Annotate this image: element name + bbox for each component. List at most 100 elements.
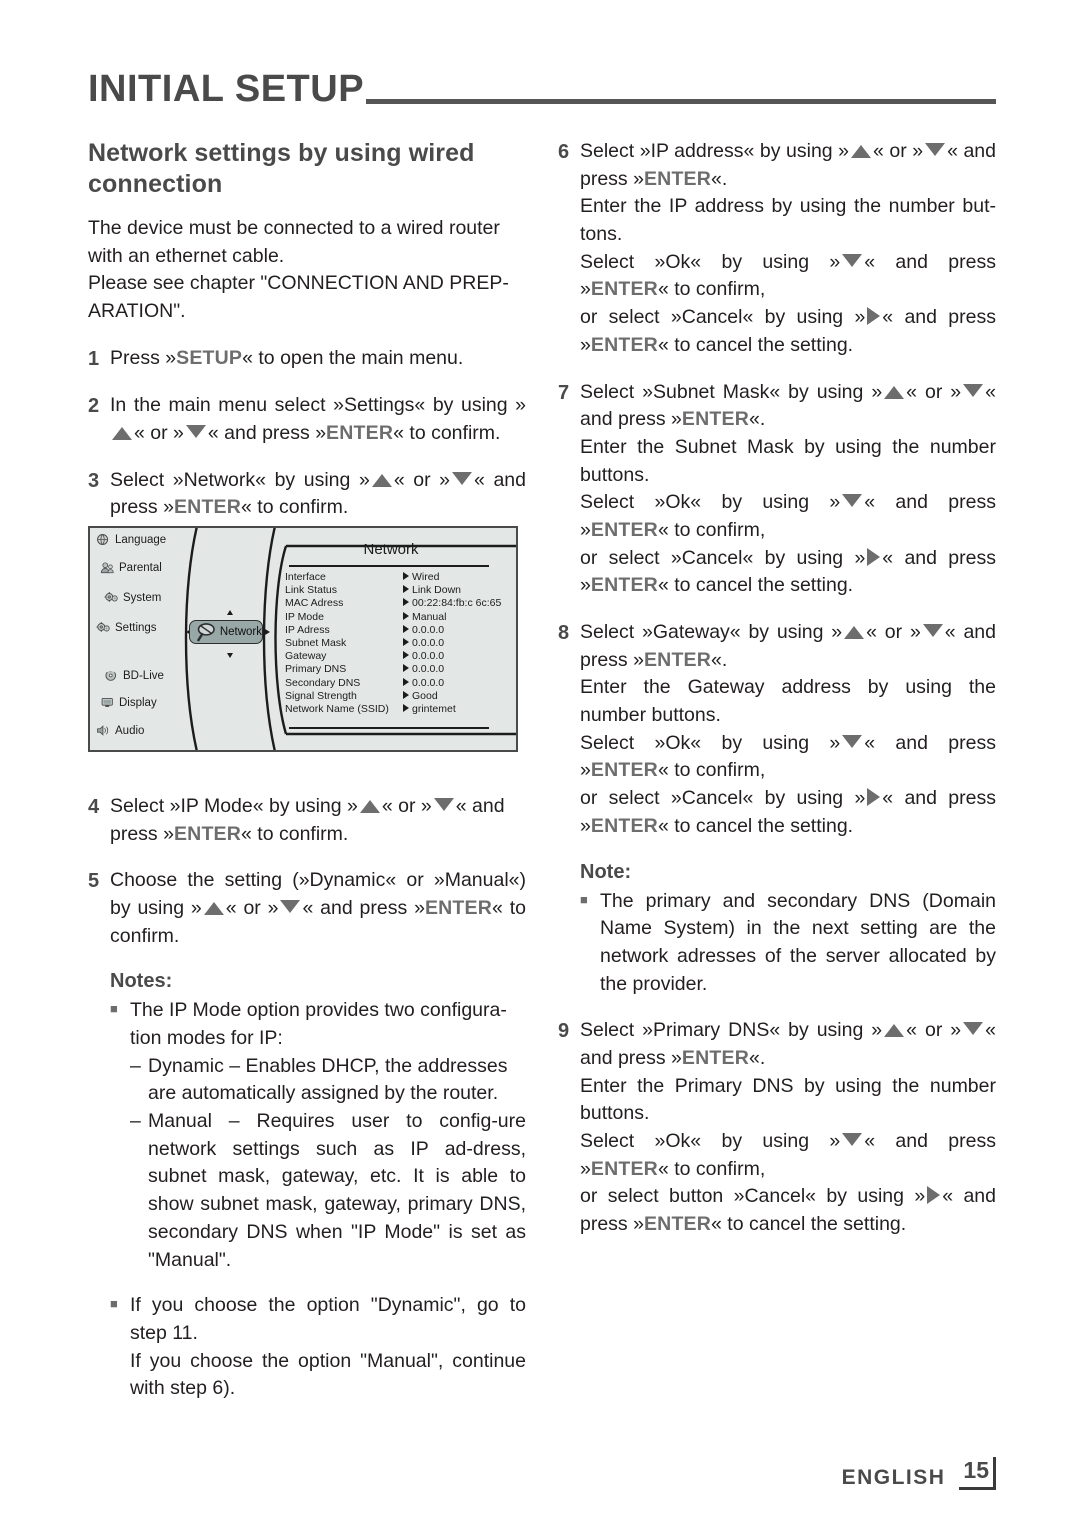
down-arrow-icon	[433, 797, 454, 811]
key-enter: ENTER	[590, 278, 658, 301]
step-ok-line: Select »Ok« by using » « and press »ENTER…	[580, 489, 996, 544]
figure-panel-row-key: MAC Adress	[285, 597, 344, 610]
figure-panel-row[interactable]: Secondary DNS 0.0.0.0	[285, 677, 511, 690]
down-arrow-icon	[963, 383, 984, 397]
figure-panel-row-key: Primary DNS	[285, 663, 347, 676]
figure-menu-label: System	[123, 591, 162, 604]
down-arrow-icon	[452, 471, 473, 485]
key-enter: ENTER	[590, 814, 658, 837]
bullet-square-icon: ■	[110, 1296, 118, 1312]
right-triangle-icon	[403, 703, 409, 712]
manual-page: INITIAL SETUP Network settings by using …	[0, 0, 1080, 1532]
text-part: «.	[749, 408, 766, 431]
figure-panel-row[interactable]: Gateway 0.0.0.0	[285, 650, 511, 663]
step-2: 2 In the main menu select »Settings« by …	[88, 392, 526, 447]
step-cancel-line: or select »Cancel« by using » « and press…	[580, 785, 996, 840]
text-part: « to cancel the setting.	[657, 333, 854, 356]
figure-panel-row[interactable]: Subnet Mask 0.0.0.0	[285, 637, 511, 650]
step-text: Select »Network« by using » « or » « and p…	[110, 467, 526, 522]
note-heading: Note:	[580, 860, 632, 883]
figure-menu-item-language[interactable]: Language	[96, 533, 166, 546]
text-part: « or »	[906, 380, 962, 403]
step-number: 2	[88, 395, 100, 418]
notes-heading: Notes:	[110, 970, 173, 993]
page-number: 15	[963, 1457, 989, 1483]
up-arrow-icon	[359, 799, 380, 813]
dash-mark: –	[130, 1054, 141, 1077]
step-number: 7	[558, 381, 570, 404]
figure-menu-item-display[interactable]: Display	[100, 696, 157, 709]
up-arrow-icon	[851, 145, 871, 158]
right-triangle-icon	[403, 585, 409, 594]
key-enter: ENTER	[643, 648, 712, 671]
figure-panel-row[interactable]: IP Mode Manual	[285, 611, 511, 624]
figure-menu-label: Network	[219, 626, 262, 638]
key-enter: ENTER	[326, 421, 394, 444]
figure-panel-row[interactable]: IP Adress 0.0.0.0	[285, 624, 511, 637]
figure-menu-label: Language	[115, 533, 167, 546]
key-enter: ENTER	[424, 896, 493, 919]
up-arrow-icon	[884, 1024, 905, 1038]
figure-panel-row-key: Signal Strength	[285, 689, 357, 702]
figure-panel-row[interactable]: Interface Wired	[285, 571, 511, 584]
figure-panel-row-value: Manual	[403, 611, 511, 624]
key-enter: ENTER	[173, 496, 242, 519]
page-title: INITIAL SETUP	[88, 68, 365, 110]
disc-icon	[105, 670, 117, 681]
figure-menu-item-bdlive[interactable]: BD-Live	[104, 669, 164, 682]
down-arrow-icon	[842, 253, 863, 267]
step-text-part: « or »	[381, 794, 432, 817]
footer-page-box: 15	[959, 1457, 996, 1490]
parental-icon	[100, 562, 114, 574]
figure-panel-row[interactable]: MAC Adress 00:22:84:fb:c 6c:65	[285, 597, 511, 610]
figure-panel-title: Network	[363, 541, 419, 558]
step-4: 4 Select »IP Mode« by using » « or » « and…	[88, 793, 526, 848]
note-bullet-line-1: If you choose the option "Dynamic", go t…	[130, 1294, 526, 1344]
step-text-part: In the main menu select »Settings« by us…	[110, 394, 526, 417]
down-arrow-icon	[922, 624, 943, 637]
figure-panel-row-value: 00:22:84:fb:c 6c:65	[403, 597, 511, 610]
note-dash-1: – Dynamic – Enables DHCP, the addresses …	[130, 1053, 526, 1108]
right-triangle-icon	[403, 572, 409, 580]
up-arrow-icon	[884, 385, 905, 399]
step-text: Select »Gateway« by using » « or » « and p…	[580, 619, 996, 841]
step-9: 9 Select »Primary DNS« by using » « or » «…	[558, 1017, 996, 1239]
up-arrow-icon	[203, 901, 224, 915]
figure-panel-row[interactable]: Signal Strength Good	[285, 690, 511, 703]
step-number: 5	[88, 870, 100, 893]
text-part: Select »Ok« by using »	[580, 1130, 841, 1152]
figure-panel-row-key: Gateway	[285, 650, 327, 663]
figure-menu-item-parental[interactable]: Parental	[100, 561, 162, 574]
bullet-square-icon: ■	[110, 1001, 118, 1017]
text-part: or select »Cancel« by using »	[580, 546, 866, 569]
note-bullet-2: ■ If you choose the option "Dynamic", go…	[110, 1292, 526, 1403]
gear-icon	[96, 622, 110, 632]
step-enter-line: Enter the Primary DNS by using the numbe…	[580, 1074, 996, 1125]
right-column: 6 Select »IP address« by using » « or » « …	[558, 138, 996, 1239]
up-arrow-icon	[371, 473, 392, 487]
step-heading-line: Select »Gateway« by using » « or » « and p…	[580, 619, 996, 674]
figure-panel-row[interactable]: Network Name (SSID) grintemet	[285, 703, 511, 716]
figure-panel-row[interactable]: Link Status Link Down	[285, 584, 511, 597]
figure-panel-row-key: Secondary DNS	[285, 676, 361, 689]
right-triangle-icon	[403, 637, 409, 646]
right-arrow-icon	[927, 1186, 941, 1205]
figure-panel-row[interactable]: Primary DNS 0.0.0.0	[285, 663, 511, 676]
figure-menu-item-network-selected[interactable]: Network	[189, 620, 263, 644]
text-part: « to confirm,	[657, 759, 766, 782]
globe-icon	[97, 533, 109, 546]
figure-panel-row-key: IP Mode	[285, 610, 324, 623]
key-enter: ENTER	[681, 1046, 749, 1069]
figure-panel-row-key: Subnet Mask	[285, 636, 347, 649]
right-arrow-icon	[867, 547, 881, 566]
key-enter: ENTER	[590, 759, 658, 782]
note-bullet-1: ■ The IP Mode option provides two config…	[110, 997, 526, 1052]
step-3: 3 Select »Network« by using » « or » « and…	[88, 467, 526, 522]
page-footer: ENGLISH 15	[842, 1457, 996, 1490]
step-text-part: Select »Network« by using »	[110, 468, 370, 491]
text-part: or select »Cancel« by using »	[580, 306, 866, 329]
note-dash-text: Dynamic – Enables DHCP, the addresses ar…	[148, 1054, 508, 1105]
figure-menu-item-audio[interactable]: Audio	[96, 724, 144, 737]
figure-menu-root-settings[interactable]: Settings	[96, 621, 157, 634]
figure-menu-item-system[interactable]: System	[104, 591, 161, 604]
